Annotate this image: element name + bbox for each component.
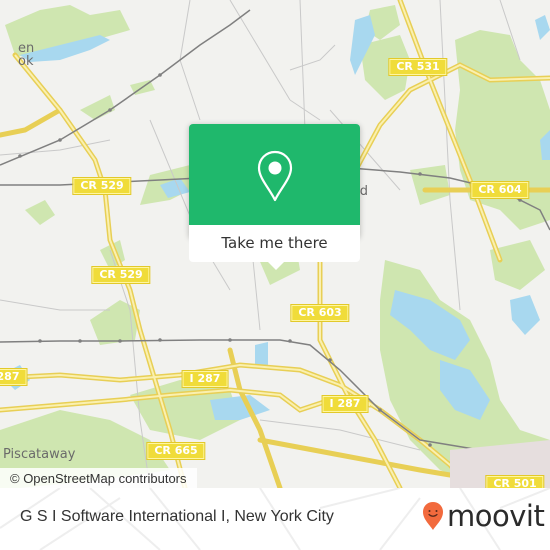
location-popup: Take me there — [189, 124, 360, 270]
moovit-wordmark: moovit — [447, 499, 545, 533]
location-pin-icon — [257, 150, 293, 202]
moovit-logo[interactable]: moovit — [420, 499, 550, 540]
map-attribution[interactable]: © OpenStreetMap contributors — [0, 468, 197, 488]
road-label-cr-603: CR 603 — [290, 304, 350, 322]
road-label-cr-501: CR 501 — [485, 475, 545, 488]
road-label-cr-529: CR 529 — [72, 177, 132, 195]
road-label-i-287: I 287 — [321, 395, 369, 413]
road-label-cr-531: CR 531 — [388, 58, 448, 76]
place-label-piscataway: Piscataway — [3, 447, 76, 462]
road-label-cr-604: CR 604 — [470, 181, 530, 199]
road-label-i-287: 287 — [0, 368, 28, 386]
moovit-pin-icon — [423, 502, 443, 530]
location-title: G S I Software International I, New York… — [20, 508, 334, 525]
popup-header — [189, 124, 360, 231]
take-me-there-button[interactable]: Take me there — [189, 225, 360, 262]
footer-bar: G S I Software International I, New York… — [0, 488, 550, 550]
road-label-i-287: I 287 — [181, 370, 229, 388]
road-label-cr-529: CR 529 — [91, 266, 151, 284]
map-view[interactable]: en ok th field Piscataway CR 531 CR 529 … — [0, 0, 550, 488]
road-label-cr-665: CR 665 — [146, 442, 206, 460]
place-label-bound-brook: en ok — [18, 41, 35, 69]
popup-pointer — [268, 262, 284, 270]
